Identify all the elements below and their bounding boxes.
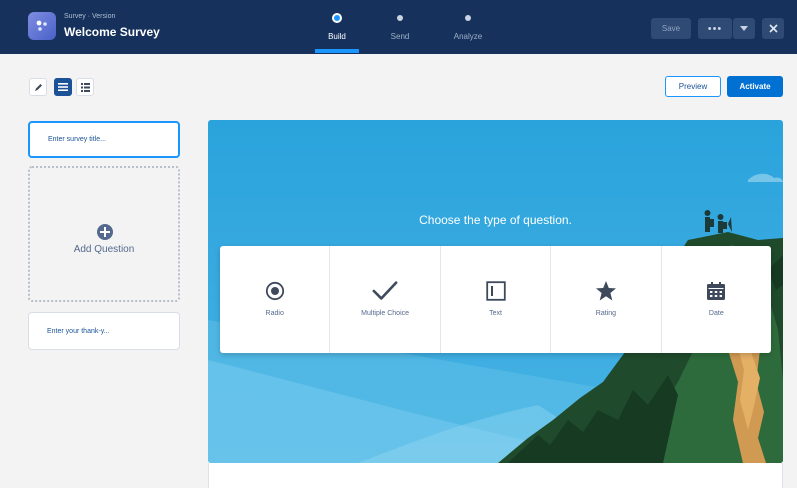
- tab-analyze[interactable]: Analyze: [438, 12, 498, 41]
- activate-button[interactable]: Activate: [727, 76, 783, 97]
- close-button[interactable]: [762, 18, 784, 39]
- page-title: Welcome Survey: [64, 25, 160, 39]
- question-type-rating[interactable]: Rating: [551, 246, 662, 353]
- thank-you-input[interactable]: Enter your thank-y...: [28, 312, 180, 350]
- star-icon: [593, 278, 619, 304]
- question-type-picker: Radio Multiple Choice Text Rating Date: [220, 246, 771, 353]
- question-type-radio[interactable]: Radio: [220, 246, 331, 353]
- question-type-label: Rating: [595, 310, 617, 317]
- tab-label: Send: [390, 32, 410, 41]
- tab-label: Analyze: [453, 32, 483, 41]
- grid-view-button[interactable]: [76, 78, 94, 96]
- list-icon: [58, 83, 68, 91]
- question-type-prompt: Choose the type of question.: [419, 213, 572, 227]
- tab-label: Build: [328, 32, 346, 41]
- question-type-date[interactable]: Date: [662, 246, 771, 353]
- text-box-icon: [483, 278, 509, 304]
- add-question-dropzone[interactable]: Add Question: [28, 166, 180, 302]
- question-type-label: Multiple Choice: [361, 310, 410, 317]
- add-question-label: Add Question: [73, 244, 135, 255]
- tab-send[interactable]: Send: [370, 12, 430, 41]
- tab-build[interactable]: Build: [307, 12, 367, 41]
- save-button[interactable]: Save: [651, 18, 691, 39]
- canvas-footer: [208, 463, 783, 488]
- step-dot-icon: [397, 15, 403, 21]
- breadcrumb: Survey · Version: [64, 13, 116, 20]
- question-type-label: Date: [708, 310, 724, 317]
- list-view-button[interactable]: [54, 78, 72, 96]
- question-type-multiple-choice[interactable]: Multiple Choice: [330, 246, 441, 353]
- pencil-icon: [34, 83, 42, 91]
- question-type-label: Radio: [265, 310, 284, 317]
- grid-icon: [80, 82, 90, 92]
- chevron-down-icon: [740, 25, 748, 31]
- app-header: Survey · Version Welcome Survey Build Se…: [0, 0, 797, 54]
- edit-tool-button[interactable]: [29, 78, 47, 96]
- active-step-indicator: [315, 49, 359, 53]
- close-icon: [768, 24, 778, 33]
- more-icon: •••: [707, 22, 723, 35]
- step-dot-icon: [332, 13, 342, 23]
- preview-button[interactable]: Preview: [665, 76, 721, 97]
- radio-icon: [262, 278, 288, 304]
- survey-app-icon: [28, 12, 56, 40]
- step-dot-icon: [465, 15, 471, 21]
- more-actions-button[interactable]: •••: [698, 18, 732, 39]
- question-type-text[interactable]: Text: [441, 246, 552, 353]
- survey-title-input[interactable]: Enter survey title...: [28, 121, 180, 158]
- question-type-label: Text: [489, 310, 502, 317]
- checkmark-icon: [372, 278, 398, 304]
- calendar-icon: [703, 278, 729, 304]
- plus-circle-icon: [97, 224, 113, 240]
- dropdown-button[interactable]: [733, 18, 755, 39]
